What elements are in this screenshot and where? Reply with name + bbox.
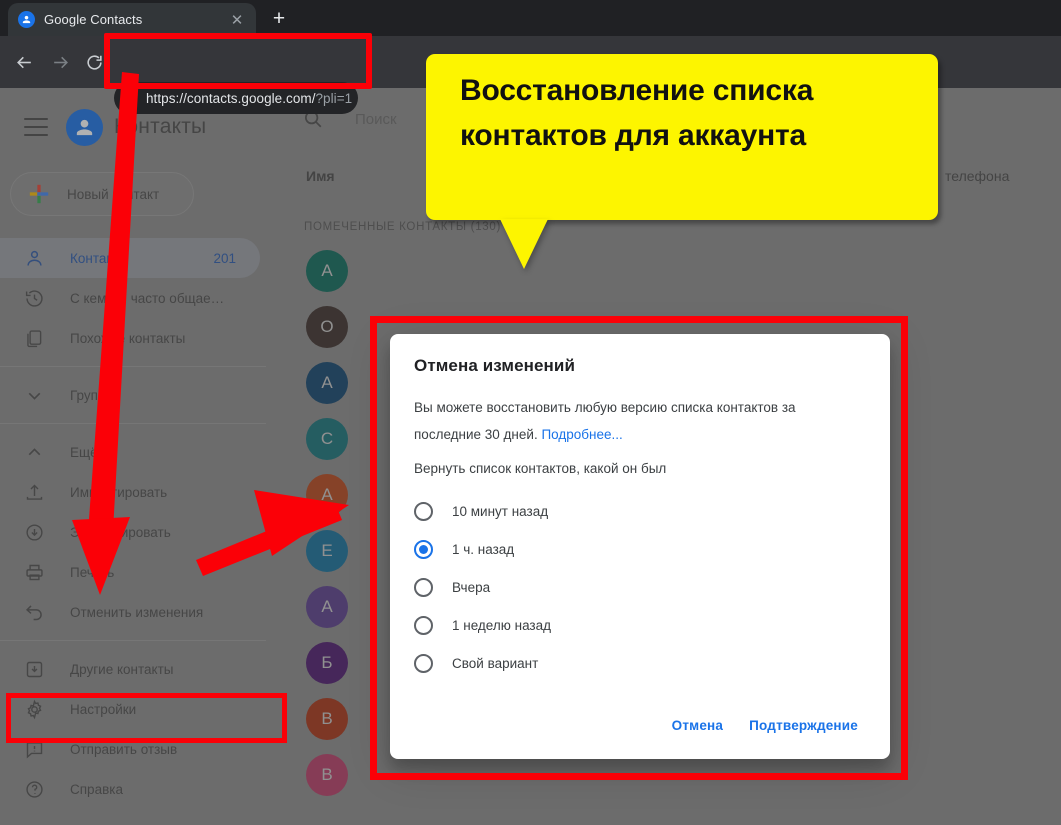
contact-avatar-initial: С: [320, 429, 334, 448]
sidebar-item-groups[interactable]: Группы: [0, 375, 260, 415]
sidebar-item-similar-contacts[interactable]: Похожие контакты: [0, 318, 260, 358]
contact-avatar-initial: А: [321, 485, 333, 504]
browser-tabstrip: Google Contacts ✕ +: [0, 0, 1061, 36]
annotation-callout: Восстановление списка контактов для акка…: [426, 54, 938, 220]
page-title: Контакты: [114, 115, 207, 138]
sidebar-item-label: С кем вы часто общае…: [70, 290, 225, 306]
browser-tab-title: Google Contacts: [44, 12, 143, 27]
contact-avatar[interactable]: В: [306, 754, 348, 796]
contact-avatar-initial: А: [321, 261, 333, 280]
highlight-box-undo-changes: [6, 693, 287, 743]
sidebar-item-label: Импортировать: [70, 484, 168, 500]
other-contacts-icon: [24, 659, 45, 680]
chevron-up-icon: [24, 442, 45, 463]
sidebar-item-export[interactable]: Экспортировать: [0, 512, 260, 552]
sidebar-item-import[interactable]: Импортировать: [0, 472, 260, 512]
contact-avatar[interactable]: Е: [306, 530, 348, 572]
divider: [0, 423, 266, 424]
history-icon: [24, 288, 45, 309]
contact-avatar-initial: В: [321, 765, 333, 784]
person-icon: [24, 248, 45, 269]
contact-avatar-initial: А: [321, 597, 333, 616]
contact-avatar[interactable]: А: [306, 362, 348, 404]
sidebar-item-label: Справка: [70, 781, 123, 797]
screenshot-root: Контакты Новый контакт Контакты 201 С ке…: [0, 0, 1061, 825]
contact-avatar-initial: Е: [321, 541, 333, 560]
sidebar-item-help[interactable]: Справка: [0, 769, 260, 809]
plus-icon: [28, 183, 50, 205]
annotation-callout-tail: [500, 219, 548, 269]
sidebar-item-undo-changes[interactable]: Отменить изменения: [0, 592, 260, 632]
sidebar-item-label: Отправить отзыв: [70, 741, 178, 757]
google-contacts-logo-icon: [66, 108, 103, 146]
url-main: https://contacts.google.com/: [146, 90, 316, 106]
sidebar-item-label: Ещё: [70, 444, 98, 460]
sidebar-item-print[interactable]: Печать: [0, 552, 260, 592]
sidebar-item-label: Отменить изменения: [70, 604, 204, 620]
sidebar-item-label: Контакты: [70, 250, 129, 266]
lock-icon: [125, 92, 137, 105]
sidebar-item-contacts[interactable]: Контакты 201: [0, 238, 260, 278]
sidebar-item-label: Другие контакты: [70, 661, 174, 677]
undo-icon: [24, 602, 45, 623]
highlight-box-dialog: [370, 316, 908, 780]
highlight-box-url: [104, 33, 372, 89]
sidebar-item-more[interactable]: Ещё: [0, 432, 260, 472]
arrow-back-icon[interactable]: [8, 46, 40, 78]
duplicate-icon: [24, 328, 45, 349]
arrow-forward-icon[interactable]: [44, 46, 76, 78]
search-input[interactable]: Поиск: [355, 111, 397, 128]
print-icon: [24, 562, 45, 583]
sidebar-item-label: Печать: [70, 564, 115, 580]
person-avatar-icon: [18, 11, 35, 28]
browser-tab[interactable]: Google Contacts ✕: [8, 3, 256, 36]
divider: [0, 366, 266, 367]
starred-contacts-section-label: ПОМЕЧЕННЫЕ КОНТАКТЫ (130): [304, 221, 502, 233]
sidebar-item-label: Похожие контакты: [70, 330, 186, 346]
contact-avatar-initial: Б: [321, 653, 333, 672]
annotation-callout-text: Восстановление списка контактов для акка…: [460, 74, 814, 152]
column-header-phone: телефона: [945, 168, 1010, 184]
hamburger-menu-icon[interactable]: [24, 118, 48, 136]
close-icon[interactable]: ✕: [228, 11, 246, 29]
contact-avatar-initial: В: [321, 709, 333, 728]
help-icon: [24, 779, 45, 800]
contact-avatar[interactable]: С: [306, 418, 348, 460]
import-icon: [24, 482, 45, 503]
contacts-count: 201: [213, 250, 236, 266]
contact-avatar[interactable]: О: [306, 306, 348, 348]
new-contact-label: Новый контакт: [67, 186, 160, 202]
contact-avatar[interactable]: В: [306, 698, 348, 740]
contact-avatar-initial: А: [321, 373, 333, 392]
divider: [0, 640, 266, 641]
contact-avatar[interactable]: А: [306, 250, 348, 292]
sidebar-item-other-contacts[interactable]: Другие контакты: [0, 649, 260, 689]
url-query: ?pli=1: [315, 90, 353, 106]
contact-avatar[interactable]: Б: [306, 642, 348, 684]
new-contact-button[interactable]: Новый контакт: [10, 172, 194, 216]
chevron-down-icon: [24, 385, 45, 406]
contact-avatar-initial: О: [320, 317, 334, 336]
contacts-avatar-column: А О А С А Е А Б В В: [306, 250, 366, 810]
export-icon: [24, 522, 45, 543]
column-header-name: Имя: [306, 168, 335, 184]
contact-avatar[interactable]: А: [306, 474, 348, 516]
new-tab-button[interactable]: +: [265, 6, 293, 32]
sidebar-item-label: Группы: [70, 387, 115, 403]
contact-avatar[interactable]: А: [306, 586, 348, 628]
sidebar-item-label: Экспортировать: [70, 524, 171, 540]
address-bar-url[interactable]: https://contacts.google.com/?pli=1: [146, 91, 352, 106]
sidebar-item-frequently-contacted[interactable]: С кем вы часто общае…: [0, 278, 260, 318]
